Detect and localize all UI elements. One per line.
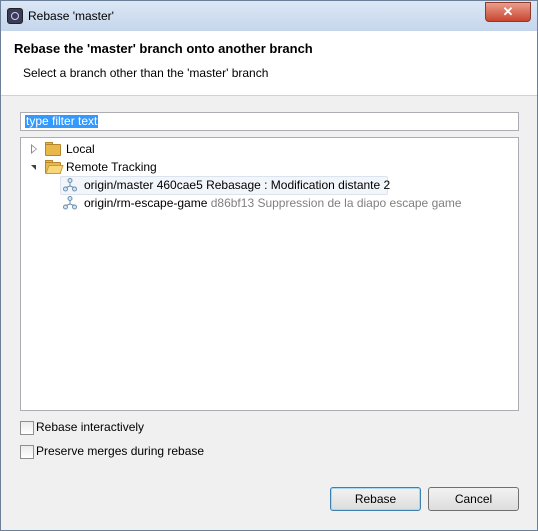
title-bar[interactable]: Rebase 'master' ✕	[1, 1, 537, 31]
dialog-subtitle: Select a branch other than the 'master' …	[23, 66, 269, 80]
branch-tree[interactable]: Local Remote Tracking origin/master 460c…	[20, 137, 519, 411]
close-button[interactable]: ✕	[485, 2, 531, 22]
branch-name: origin/rm-escape-game	[84, 196, 208, 210]
folder-open-icon	[45, 160, 64, 174]
commit-info: 460cae5 Rebasage : Modification distante…	[156, 178, 391, 192]
preserve-merges-checkbox[interactable]	[20, 445, 34, 459]
rebase-interactively-checkbox[interactable]	[20, 421, 34, 435]
branch-name: origin/master	[84, 178, 154, 192]
remote-branch-icon	[63, 178, 77, 192]
cancel-button[interactable]: Cancel	[428, 487, 519, 511]
tree-node-label: Local	[66, 142, 95, 156]
window-title: Rebase 'master'	[28, 9, 114, 23]
collapse-arrow-icon[interactable]	[31, 165, 36, 170]
commit-info: d86bf13 Suppression de la diapo escape g…	[210, 196, 462, 210]
remote-branch-icon	[63, 196, 77, 210]
tree-item-origin-rm-escape-game[interactable]: origin/rm-escape-game d86bf13 Suppressio…	[21, 194, 516, 212]
rebase-interactively-label[interactable]: Rebase interactively	[36, 420, 144, 434]
tree-node-label: Remote Tracking	[66, 160, 157, 174]
filter-input-text[interactable]: type filter text	[25, 115, 99, 128]
tree-item-origin-master[interactable]: origin/master 460cae5 Rebasage : Modific…	[21, 176, 516, 195]
eclipse-app-icon	[7, 8, 23, 24]
preserve-merges-label[interactable]: Preserve merges during rebase	[36, 444, 204, 458]
expand-arrow-icon[interactable]	[31, 144, 37, 154]
rebase-button[interactable]: Rebase	[330, 487, 421, 511]
filter-input[interactable]: type filter text	[20, 112, 519, 131]
dialog-header: Rebase the 'master' branch onto another …	[1, 31, 537, 96]
rebase-dialog: Rebase 'master' ✕ Rebase the 'master' br…	[0, 0, 538, 531]
folder-icon	[45, 142, 61, 156]
tree-node-remote-tracking[interactable]: Remote Tracking	[21, 158, 516, 176]
tree-node-local[interactable]: Local	[21, 140, 516, 158]
dialog-title: Rebase the 'master' branch onto another …	[14, 41, 313, 56]
